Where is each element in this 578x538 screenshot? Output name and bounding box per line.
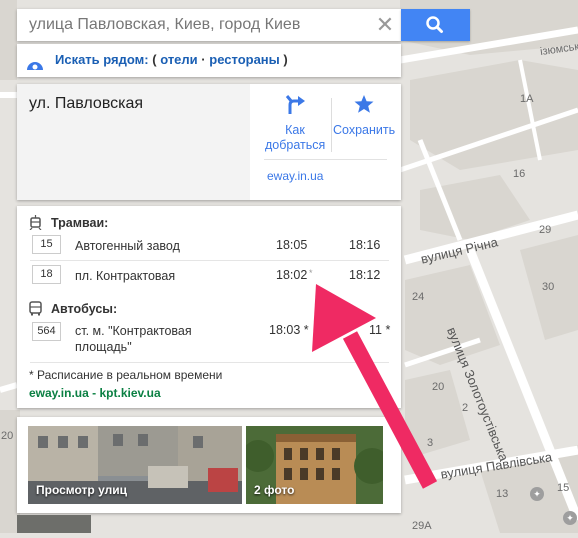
street-view-label: Просмотр улиц	[36, 483, 127, 497]
save-button[interactable]: Сохранить	[333, 94, 395, 138]
divider	[30, 260, 389, 261]
stop-name: пл. Контрактовая	[75, 269, 176, 283]
source-separator: -	[88, 386, 100, 400]
poi-marker-icon[interactable]: ✦	[563, 511, 577, 525]
source-links: eway.in.ua - kpt.kiev.ua	[29, 386, 161, 400]
directions-label-line1: Как	[285, 123, 305, 137]
hotels-link[interactable]: отели	[160, 52, 197, 67]
route-number: 15	[32, 235, 61, 254]
map-house-number: 29	[539, 224, 552, 236]
photos-panel: Просмотр улиц 2 фото	[17, 417, 401, 513]
map-house-number: 24	[412, 291, 425, 303]
departure-time: 18:02	[276, 268, 308, 282]
divider	[331, 98, 332, 152]
realtime-mark: *	[309, 268, 313, 278]
search-input[interactable]	[17, 9, 367, 41]
search-nearby-bar: Искать рядом: ( отели · рестораны )	[17, 44, 401, 77]
search-box: ✕	[17, 9, 401, 41]
buses-title: Автобусы:	[51, 302, 118, 316]
place-title: ул. Павловская	[29, 95, 144, 112]
kpt-source-link[interactable]: kpt.kiev.ua	[99, 386, 160, 400]
photos-count-label: 2 фото	[254, 483, 295, 497]
street-view-thumbnail[interactable]: Просмотр улиц	[28, 426, 242, 504]
departure-time: 18:16	[349, 238, 381, 252]
map-house-number: 13	[496, 488, 509, 500]
search-button[interactable]	[401, 9, 470, 41]
extra-photo-thumbnail[interactable]	[17, 515, 91, 533]
map-house-number: 20	[1, 430, 14, 442]
departure-time: 18:05	[276, 238, 308, 252]
directions-icon	[285, 95, 305, 114]
realtime-note: * Расписание в реальном времени	[29, 368, 223, 382]
poi-marker-icon[interactable]: ✦	[530, 487, 544, 501]
tram-icon	[29, 215, 42, 230]
separator-dot: ·	[201, 52, 206, 67]
bus-icon	[29, 301, 42, 316]
map-house-number: 1А	[520, 93, 534, 105]
map-house-number: 15	[557, 482, 570, 494]
eway-source-link[interactable]: eway.in.ua	[29, 386, 89, 400]
nearby-label: Искать рядом:	[55, 52, 149, 67]
search-icon	[426, 16, 443, 33]
map-house-number: 29А	[412, 520, 432, 532]
paren-close: )	[283, 52, 288, 67]
stop-name-line2: площадь"	[75, 340, 132, 354]
save-label: Сохранить	[333, 123, 396, 137]
map-house-number: 2	[462, 402, 469, 414]
location-icon	[27, 62, 43, 70]
directions-button[interactable]: Как добраться	[265, 94, 325, 153]
eway-link[interactable]: eway.in.ua	[267, 169, 323, 183]
photo-thumbnail[interactable]: 2 фото	[246, 426, 383, 504]
place-header: ул. Павловская	[17, 84, 250, 200]
paren-open: (	[152, 52, 157, 67]
directions-label-line2: добраться	[265, 138, 326, 152]
nearby-links: Искать рядом: ( отели · рестораны )	[55, 52, 288, 67]
divider	[30, 362, 389, 363]
stop-name-line1: ст. м. "Контрактовая	[75, 324, 192, 338]
transit-card: Трамваи: 15 Автогенный завод 18:05 18:16…	[17, 206, 401, 408]
departure-time: 18:03 *	[269, 323, 309, 337]
route-number: 18	[32, 265, 61, 284]
departure-time: 11 *	[369, 323, 391, 337]
map-house-number: 20	[432, 381, 445, 393]
place-card: ул. Павловская Как добраться Сохранить e…	[17, 84, 401, 200]
map-house-number: 30	[542, 281, 555, 293]
departure-time: 18:12	[349, 268, 381, 282]
trams-title: Трамваи:	[51, 216, 109, 230]
star-icon	[354, 95, 374, 113]
stop-name: Автогенный завод	[75, 239, 180, 253]
divider	[264, 159, 387, 160]
close-icon[interactable]: ✕	[373, 13, 397, 37]
map-house-number: 3	[427, 437, 434, 449]
route-number: 564	[32, 322, 61, 341]
map-house-number: 16	[513, 168, 526, 180]
restaurants-link[interactable]: рестораны	[209, 52, 280, 67]
